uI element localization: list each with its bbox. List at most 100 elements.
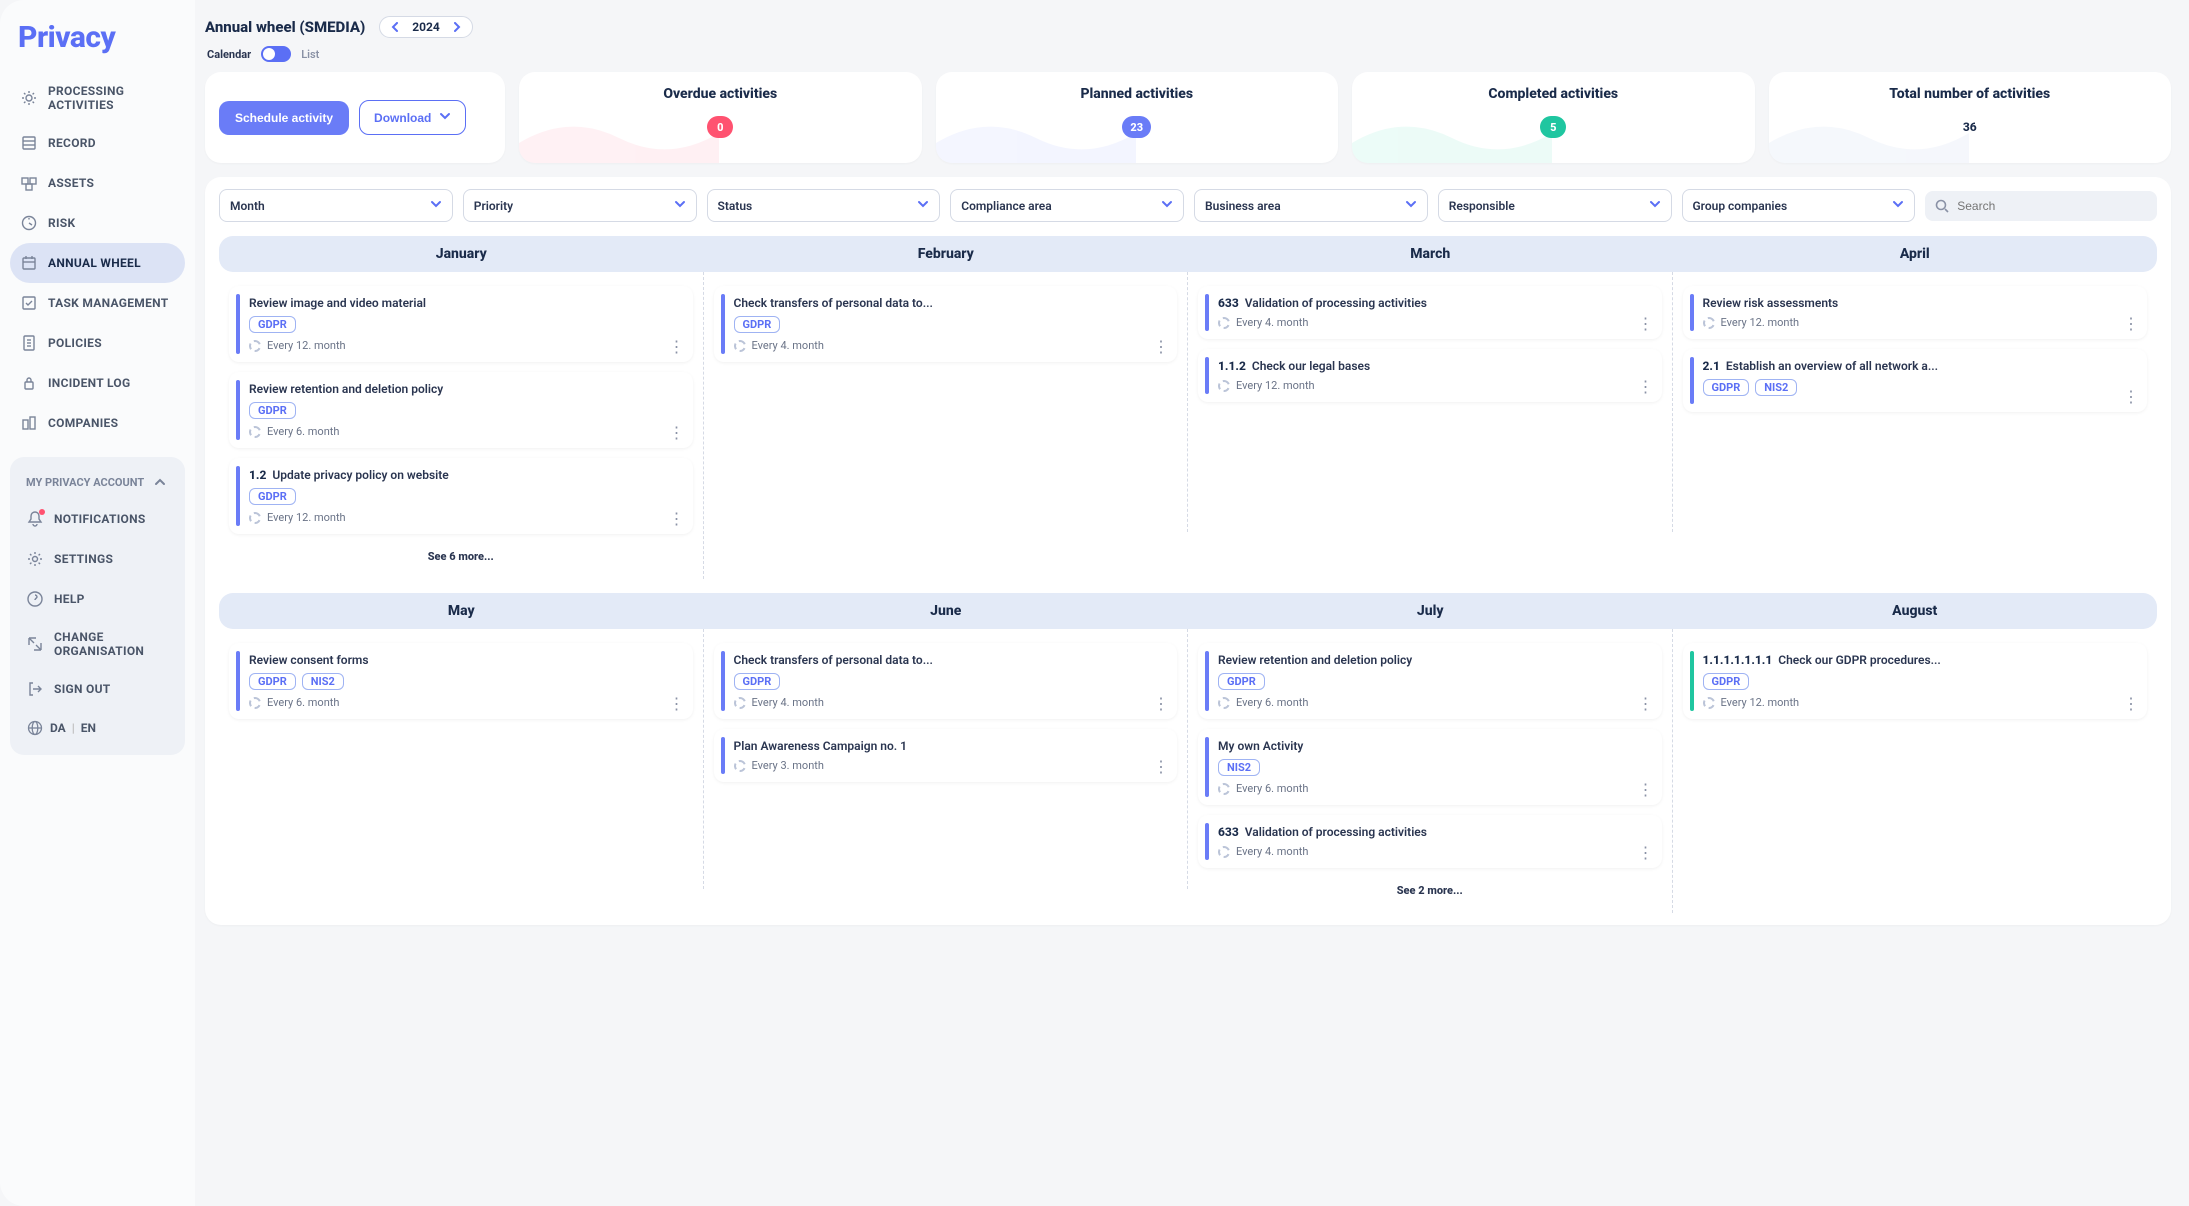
priority-bar bbox=[721, 294, 725, 354]
card-menu-button[interactable]: ⋮ bbox=[1153, 699, 1169, 709]
filter-group-companies[interactable]: Group companies bbox=[1682, 189, 1916, 222]
filter-business-area[interactable]: Business area bbox=[1194, 189, 1428, 222]
activity-name: Check our GDPR procedures... bbox=[1778, 653, 1941, 667]
activity-card[interactable]: Check transfers of personal data to...GD… bbox=[714, 643, 1178, 719]
activity-card[interactable]: Review image and video materialGDPREvery… bbox=[229, 286, 693, 362]
recurrence: Every 4. month bbox=[1212, 845, 1652, 858]
sidebar-item-policies[interactable]: POLICIES bbox=[10, 323, 185, 363]
sidebar-item-risk[interactable]: RISK bbox=[10, 203, 185, 243]
activity-card[interactable]: 1.1.1.1.1.1.1 Check our GDPR procedures.… bbox=[1683, 643, 2148, 719]
nav-icon bbox=[26, 680, 44, 698]
lang-en[interactable]: EN bbox=[81, 721, 96, 735]
chevron-down-icon bbox=[674, 198, 686, 213]
tag: GDPR bbox=[1703, 379, 1750, 396]
sidebar-item-record[interactable]: RECORD bbox=[10, 123, 185, 163]
recurrence-icon bbox=[734, 340, 746, 352]
sidebar-item-companies[interactable]: COMPANIES bbox=[10, 403, 185, 443]
lang-da[interactable]: DA bbox=[50, 721, 66, 735]
priority-bar bbox=[1690, 651, 1694, 711]
activity-card[interactable]: Check transfers of personal data to...GD… bbox=[714, 286, 1178, 362]
see-more-button[interactable]: See 6 more... bbox=[229, 544, 693, 565]
search-icon bbox=[1935, 199, 1949, 213]
account-item-change-organisation[interactable]: CHANGE ORGANISATION bbox=[16, 619, 179, 669]
filter-compliance-area[interactable]: Compliance area bbox=[950, 189, 1184, 222]
sidebar-item-assets[interactable]: ASSETS bbox=[10, 163, 185, 203]
search-input[interactable] bbox=[1957, 199, 2147, 213]
card-menu-button[interactable]: ⋮ bbox=[2123, 699, 2139, 709]
chevron-up-icon bbox=[151, 473, 169, 491]
activity-card[interactable]: Review retention and deletion policyGDPR… bbox=[1198, 643, 1662, 719]
month-column: FebruaryCheck transfers of personal data… bbox=[704, 236, 1189, 579]
activity-card[interactable]: My own ActivityNIS2Every 6. month⋮ bbox=[1198, 729, 1662, 805]
sidebar-item-annual-wheel[interactable]: ANNUAL WHEEL bbox=[10, 243, 185, 283]
account-item-settings[interactable]: SETTINGS bbox=[16, 539, 179, 579]
activity-card[interactable]: Plan Awareness Campaign no. 1Every 3. mo… bbox=[714, 729, 1178, 782]
next-year-button[interactable] bbox=[450, 20, 464, 34]
recurrence-icon bbox=[1703, 697, 1715, 709]
month-header: July bbox=[1188, 593, 1673, 629]
tags: GDPRNIS2 bbox=[243, 673, 683, 690]
prev-year-button[interactable] bbox=[388, 20, 402, 34]
month-header: January bbox=[219, 236, 704, 272]
activity-title: My own Activity bbox=[1212, 739, 1652, 753]
activity-name: Review risk assessments bbox=[1703, 296, 1839, 310]
account-header[interactable]: MY PRIVACY ACCOUNT bbox=[16, 465, 179, 499]
recurrence: Every 4. month bbox=[728, 696, 1168, 709]
activity-card[interactable]: 633 Validation of processing activitiesE… bbox=[1198, 286, 1662, 339]
sidebar-item-task-management[interactable]: TASK MANAGEMENT bbox=[10, 283, 185, 323]
card-menu-button[interactable]: ⋮ bbox=[1638, 848, 1654, 858]
card-menu-button[interactable]: ⋮ bbox=[1638, 699, 1654, 709]
activity-title: Check transfers of personal data to... bbox=[728, 296, 1168, 310]
card-menu-button[interactable]: ⋮ bbox=[1638, 319, 1654, 329]
card-menu-button[interactable]: ⋮ bbox=[669, 699, 685, 709]
recurrence-label: Every 6. month bbox=[1236, 782, 1308, 795]
tag: GDPR bbox=[734, 673, 781, 690]
account-item-notifications[interactable]: NOTIFICATIONS bbox=[16, 499, 179, 539]
recurrence: Every 4. month bbox=[1212, 316, 1652, 329]
activity-card[interactable]: 1.1.2 Check our legal basesEvery 12. mon… bbox=[1198, 349, 1662, 402]
sidebar-item-label: COMPANIES bbox=[48, 416, 118, 430]
recurrence: Every 6. month bbox=[1212, 696, 1652, 709]
filter-responsible[interactable]: Responsible bbox=[1438, 189, 1672, 222]
nav-icon bbox=[20, 134, 38, 152]
recurrence-icon bbox=[1218, 317, 1230, 329]
card-menu-button[interactable]: ⋮ bbox=[2123, 392, 2139, 402]
card-menu-button[interactable]: ⋮ bbox=[669, 514, 685, 524]
account-item-help[interactable]: HELP bbox=[16, 579, 179, 619]
activity-card[interactable]: 633 Validation of processing activitiesE… bbox=[1198, 815, 1662, 868]
activity-card[interactable]: 1.2 Update privacy policy on websiteGDPR… bbox=[229, 458, 693, 534]
recurrence-label: Every 6. month bbox=[267, 425, 339, 438]
activity-name: Check our legal bases bbox=[1252, 359, 1370, 373]
card-menu-button[interactable]: ⋮ bbox=[1638, 785, 1654, 795]
calendar-list-switch[interactable] bbox=[261, 46, 291, 62]
card-menu-button[interactable]: ⋮ bbox=[1153, 342, 1169, 352]
card-menu-button[interactable]: ⋮ bbox=[669, 342, 685, 352]
filter-label: Group companies bbox=[1693, 199, 1788, 213]
priority-bar bbox=[1205, 357, 1209, 394]
account-item-label: SIGN OUT bbox=[54, 682, 111, 696]
activity-name: My own Activity bbox=[1218, 739, 1303, 753]
recurrence: Every 12. month bbox=[1212, 379, 1652, 392]
activity-card[interactable]: Review consent formsGDPRNIS2Every 6. mon… bbox=[229, 643, 693, 719]
activity-title: Review image and video material bbox=[243, 296, 683, 310]
recurrence-label: Every 12. month bbox=[267, 339, 346, 352]
schedule-activity-button[interactable]: Schedule activity bbox=[219, 101, 349, 135]
account-item-sign-out[interactable]: SIGN OUT bbox=[16, 669, 179, 709]
download-button[interactable]: Download bbox=[359, 100, 466, 135]
tags: GDPR bbox=[243, 488, 683, 505]
filter-status[interactable]: Status bbox=[707, 189, 941, 222]
filter-month[interactable]: Month bbox=[219, 189, 453, 222]
card-menu-button[interactable]: ⋮ bbox=[2123, 319, 2139, 329]
activity-card[interactable]: Review risk assessmentsEvery 12. month⋮ bbox=[1683, 286, 2148, 339]
see-more-button[interactable]: See 2 more... bbox=[1198, 878, 1662, 899]
card-menu-button[interactable]: ⋮ bbox=[1638, 382, 1654, 392]
activity-card[interactable]: Review retention and deletion policyGDPR… bbox=[229, 372, 693, 448]
sidebar-item-processing-activities[interactable]: PROCESSING ACTIVITIES bbox=[10, 73, 185, 123]
card-menu-button[interactable]: ⋮ bbox=[1153, 762, 1169, 772]
activity-card[interactable]: 2.1 Establish an overview of all network… bbox=[1683, 349, 2148, 412]
sidebar-item-incident-log[interactable]: INCIDENT LOG bbox=[10, 363, 185, 403]
card-menu-button[interactable]: ⋮ bbox=[669, 428, 685, 438]
nav-icon bbox=[20, 294, 38, 312]
filter-priority[interactable]: Priority bbox=[463, 189, 697, 222]
month-column: JuneCheck transfers of personal data to.… bbox=[704, 593, 1189, 913]
